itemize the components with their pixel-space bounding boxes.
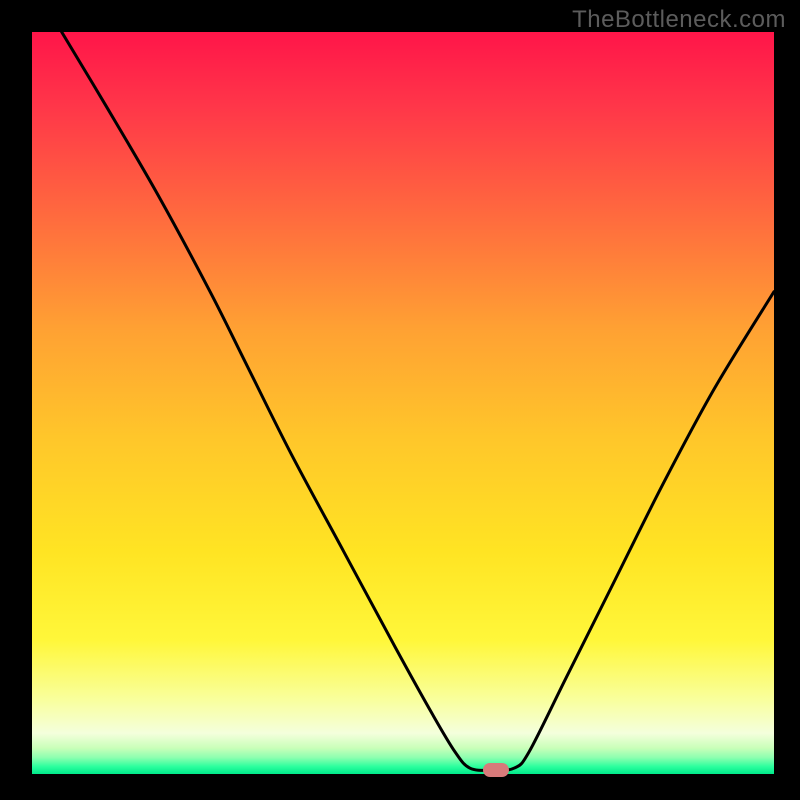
chart-frame: TheBottleneck.com xyxy=(0,0,800,800)
watermark-text: TheBottleneck.com xyxy=(572,6,786,34)
bottleneck-plot xyxy=(32,32,774,774)
sweet-spot-marker xyxy=(483,763,509,777)
plot-area xyxy=(32,32,774,774)
